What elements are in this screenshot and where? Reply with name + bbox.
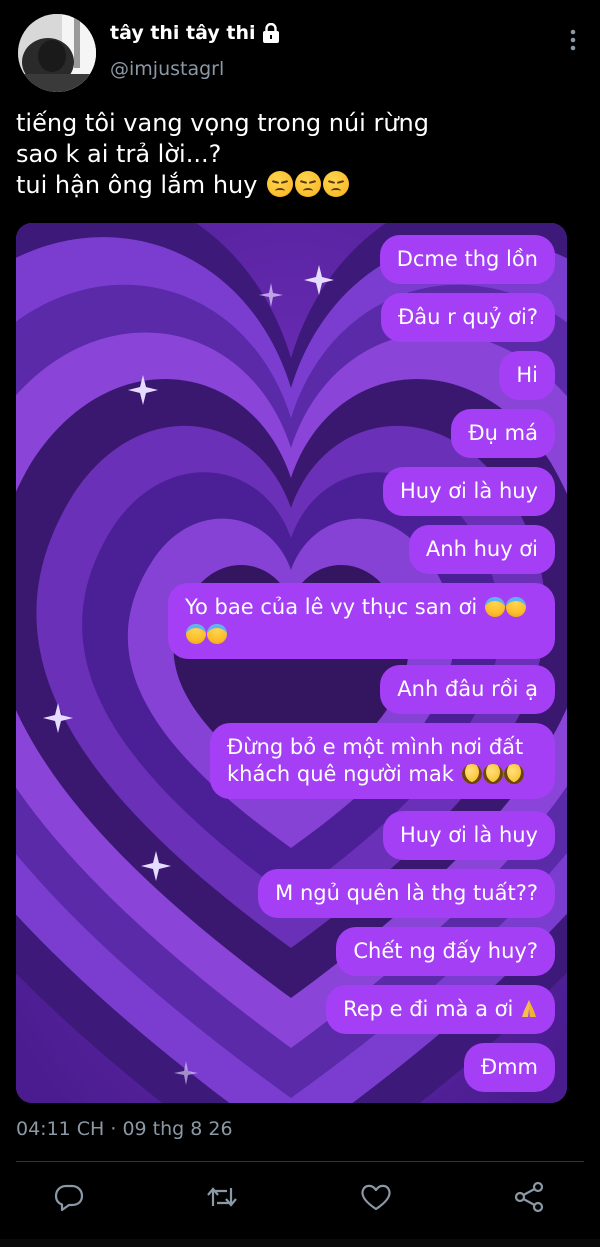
- tweet-timestamp[interactable]: 04:11 CH · 09 thg 8 26: [16, 1118, 233, 1140]
- chat-bubble-text: Yo bae của lê vy thục san ơi: [185, 595, 478, 619]
- chat-bubble: Đụ má: [451, 409, 555, 458]
- chat-bubble: Đmm: [463, 1043, 555, 1092]
- avatar[interactable]: [18, 14, 96, 92]
- bottom-bar: [0, 1239, 600, 1247]
- chat-bubble: Yo bae của lê vy thục san ơi: [168, 583, 555, 659]
- chat-bubble: Đâu r quỷ ơi?: [380, 293, 555, 342]
- reply-icon: [54, 1184, 84, 1212]
- chat-bubble-text: khách quê người mak: [227, 762, 454, 786]
- share-icon: [514, 1181, 544, 1213]
- like-button[interactable]: [359, 1180, 393, 1214]
- retweet-icon: [207, 1187, 237, 1207]
- heart-icon: [361, 1184, 391, 1211]
- user-handle[interactable]: @imjustagrl: [110, 58, 224, 80]
- chat-bubble: Huy ơi là huy: [383, 467, 555, 516]
- crying-face-icon: [186, 624, 206, 644]
- pleading-face-icon: [503, 764, 524, 784]
- sad-face-icon: [323, 171, 350, 197]
- tweet-line: sao k ai trả lời...?: [16, 140, 222, 168]
- chat-bubble: Rep e đi mà a ơi: [326, 985, 555, 1034]
- tweet-text: tiếng tôi vang vọng trong núi rừng sao k…: [16, 108, 576, 201]
- chat-bubble: Chết ng đấy huy?: [336, 927, 555, 976]
- display-name[interactable]: tây thi tây thi: [110, 22, 256, 44]
- reply-button[interactable]: [52, 1180, 86, 1214]
- lock-icon: [262, 23, 279, 43]
- chat-bubble-text: Rep e đi mà a ơi: [343, 997, 514, 1021]
- share-button[interactable]: [512, 1180, 546, 1214]
- sad-face-icon: [267, 171, 294, 197]
- chat-bubble: Dcme thg lồn: [379, 235, 555, 284]
- tweet-line: tui hận ông lắm huy: [16, 171, 258, 199]
- tweet-line: tiếng tôi vang vọng trong núi rừng: [16, 109, 430, 137]
- chat-bubble: Anh huy ơi: [408, 525, 555, 574]
- crying-face-icon: [505, 597, 526, 617]
- action-bar: [0, 1180, 600, 1220]
- chat-bubble: M ngủ quên là thg tuất??: [258, 869, 555, 918]
- chat-bubble-text: Đừng bỏ e một mình nơi đất: [227, 735, 524, 759]
- pleading-face-icon: [461, 764, 482, 784]
- folded-hands-icon: [522, 1000, 536, 1017]
- retweet-button[interactable]: [205, 1180, 239, 1214]
- chat-bubble: Đừng bỏ e một mình nơi đất khách quê ngư…: [210, 723, 555, 799]
- crying-face-icon: [207, 624, 227, 644]
- more-vertical-icon[interactable]: [568, 28, 578, 52]
- chat-bubble: Huy ơi là huy: [383, 811, 555, 860]
- chat-bubble: Anh đâu rồi ạ: [380, 665, 555, 714]
- crying-face-icon: [484, 597, 505, 617]
- display-name-row[interactable]: tây thi tây thi: [110, 22, 280, 44]
- pleading-face-icon: [482, 764, 503, 784]
- tweet-line-with-emoji: tui hận ông lắm huy: [16, 170, 576, 201]
- tweet-image[interactable]: Dcme thg lồn Đâu r quỷ ơi? Hi Đụ má Huy …: [16, 223, 567, 1103]
- sad-face-icon: [295, 171, 322, 197]
- divider: [16, 1161, 584, 1162]
- chat-bubble: Hi: [499, 351, 555, 400]
